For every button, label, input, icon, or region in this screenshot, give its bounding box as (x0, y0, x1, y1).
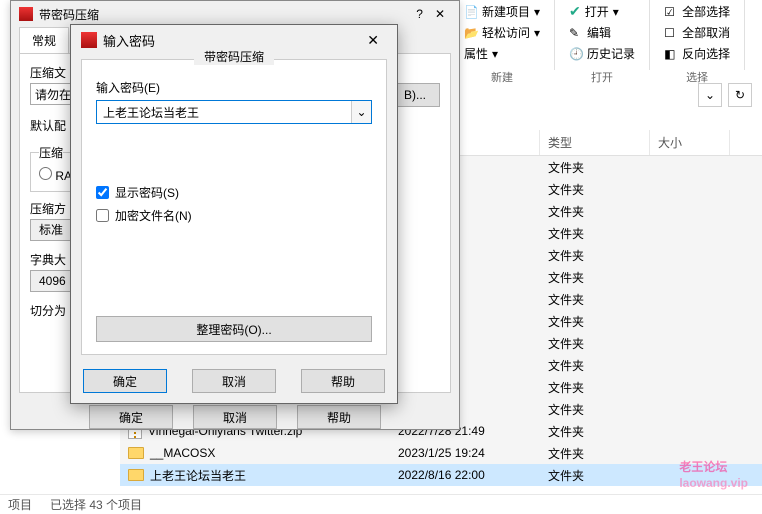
file-size (650, 253, 730, 257)
file-type: 文件夹 (540, 179, 650, 200)
dialog-help-icon[interactable]: ? (410, 7, 429, 21)
col-header-type[interactable]: 类型 (540, 130, 650, 155)
file-name: 上老王论坛当老王 (150, 467, 246, 484)
dlg2-cancel-button[interactable]: 取消 (192, 369, 276, 393)
file-type: 文件夹 (540, 465, 650, 486)
history-button[interactable]: 🕘历史记录 (565, 44, 639, 63)
organize-passwords-button[interactable]: 整理密码(O)... (96, 316, 372, 342)
show-password-label: 显示密码(S) (115, 184, 179, 201)
file-type: 文件夹 (540, 267, 650, 288)
select-all-button[interactable]: ☑全部选择 (660, 2, 734, 21)
dlg1-ok-button[interactable]: 确定 (89, 405, 173, 429)
file-type: 文件夹 (540, 201, 650, 222)
file-type: 文件夹 (540, 223, 650, 244)
file-size (650, 319, 730, 323)
file-size (650, 341, 730, 345)
file-size (650, 451, 730, 455)
password-input[interactable] (97, 101, 351, 123)
folder-icon (128, 447, 144, 459)
file-size (650, 209, 730, 213)
password-label: 输入密码(E) (96, 79, 372, 96)
invert-icon: ◧ (664, 47, 678, 61)
password-dialog: 输入密码 ✕ 带密码压缩 输入密码(E) ⌄ 显示密码(S) 加密文件名(N) … (70, 24, 398, 404)
file-size (650, 187, 730, 191)
file-size (650, 473, 730, 477)
dlg1-cancel-button[interactable]: 取消 (193, 405, 277, 429)
new-item-icon: 📄 (464, 5, 478, 19)
file-type: 文件夹 (540, 333, 650, 354)
open-button[interactable]: ✔打开▾ (565, 2, 639, 21)
file-type: 文件夹 (540, 355, 650, 376)
tab-general[interactable]: 常规 (19, 27, 69, 53)
col-header-size[interactable]: 大小 (650, 130, 730, 155)
show-password-checkbox[interactable] (96, 186, 109, 199)
ribbon-group-select: ☑全部选择 ☐全部取消 ◧反向选择 选择 (650, 0, 745, 70)
encrypt-names-checkbox[interactable] (96, 209, 109, 222)
close-icon[interactable]: ✕ (429, 7, 451, 21)
file-type: 文件夹 (540, 443, 650, 464)
edit-button[interactable]: ✎编辑 (565, 23, 639, 42)
file-date: 2022/8/16 22:00 (390, 466, 540, 484)
dlg2-ok-button[interactable]: 确定 (83, 369, 167, 393)
select-all-icon: ☑ (664, 5, 678, 19)
easy-access-icon: 📂 (464, 26, 478, 40)
refresh-button[interactable]: ↻ (728, 83, 752, 107)
file-size (650, 275, 730, 279)
file-type: 文件夹 (540, 399, 650, 420)
history-icon: 🕘 (569, 47, 583, 61)
file-size (650, 363, 730, 367)
chevron-down-icon: ⌄ (356, 105, 366, 119)
file-size (650, 407, 730, 411)
password-panel: 带密码压缩 输入密码(E) ⌄ 显示密码(S) 加密文件名(N) 整理密码(O)… (81, 59, 387, 355)
status-selected: 已选择 43 个项目 (50, 496, 142, 513)
file-type: 文件夹 (540, 245, 650, 266)
properties-button[interactable]: 属性▾ (460, 44, 544, 63)
file-name: __MACOSX (150, 446, 215, 460)
compress-dialog-title: 带密码压缩 (39, 6, 99, 23)
file-type: 文件夹 (540, 157, 650, 178)
nav-dropdown-button[interactable]: ⌄ (698, 83, 722, 107)
dlg1-help-button[interactable]: 帮助 (297, 405, 381, 429)
select-none-icon: ☐ (664, 26, 678, 40)
password-dropdown-button[interactable]: ⌄ (351, 101, 371, 123)
format-legend: 压缩 (39, 144, 63, 161)
close-icon[interactable]: ✕ (359, 30, 387, 51)
file-date: 2023/1/25 19:24 (390, 444, 540, 462)
ribbon-group-open: ✔打开▾ ✎编辑 🕘历史记录 打开 (555, 0, 650, 70)
select-none-button[interactable]: ☐全部取消 (660, 23, 734, 42)
table-row[interactable]: 上老王论坛当老王 2022/8/16 22:00文件夹 (120, 464, 762, 486)
file-size (650, 231, 730, 235)
file-size (650, 297, 730, 301)
dlg2-help-button[interactable]: 帮助 (301, 369, 385, 393)
file-size (650, 429, 730, 433)
panel-title: 带密码压缩 (194, 48, 274, 65)
winrar-icon (81, 32, 97, 48)
file-type: 文件夹 (540, 289, 650, 310)
check-icon: ✔ (569, 3, 581, 20)
status-items: 项目 (8, 496, 32, 513)
status-bar: 项目 已选择 43 个项目 (0, 494, 762, 514)
file-size (650, 385, 730, 389)
file-type: 文件夹 (540, 311, 650, 332)
file-size (650, 165, 730, 169)
edit-icon: ✎ (569, 26, 583, 40)
easy-access-button[interactable]: 📂轻松访问▾ (460, 23, 544, 42)
file-type: 文件夹 (540, 421, 650, 442)
winrar-icon (19, 7, 33, 21)
password-dialog-title: 输入密码 (103, 31, 359, 50)
folder-icon (128, 469, 144, 481)
invert-selection-button[interactable]: ◧反向选择 (660, 44, 734, 63)
file-type: 文件夹 (540, 377, 650, 398)
encrypt-names-label: 加密文件名(N) (115, 207, 192, 224)
ribbon-group-new: 📄新建项目▾ 📂轻松访问▾ 属性▾ 新建 (450, 0, 555, 70)
ribbon: 📄新建项目▾ 📂轻松访问▾ 属性▾ 新建 ✔打开▾ ✎编辑 🕘历史记录 打开 ☑… (450, 0, 762, 70)
table-row[interactable]: __MACOSX 2023/1/25 19:24文件夹 (120, 442, 762, 464)
new-item-button[interactable]: 📄新建项目▾ (460, 2, 544, 21)
